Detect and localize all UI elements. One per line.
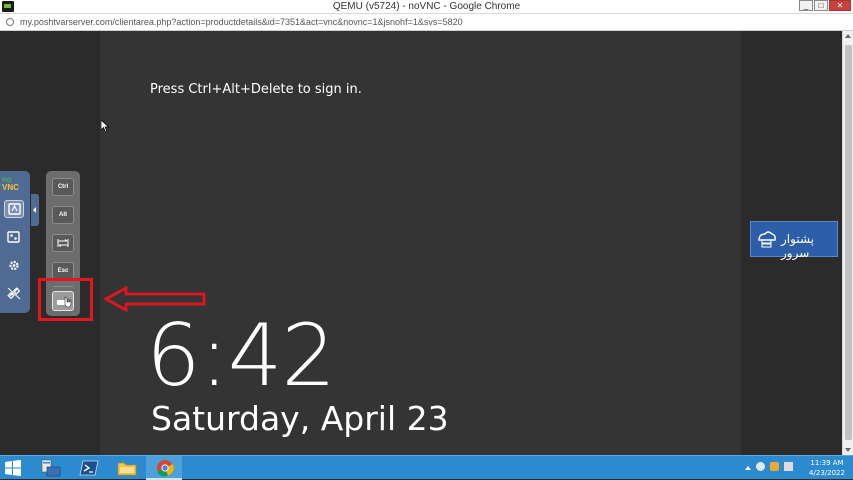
window-title: QEMU (v5724) - noVNC - Google Chrome	[332, 1, 521, 12]
remote-lock-screen[interactable]: Press Ctrl+Alt+Delete to sign in. 6:42 S…	[100, 31, 741, 455]
lock-screen-date: Saturday, April 23	[151, 399, 449, 438]
lock-screen-time: 6:42	[146, 306, 336, 406]
window-controls: _ □ ✕	[799, 0, 851, 11]
disconnect-button[interactable]	[4, 285, 24, 303]
taskbar-time: 11:39 AM	[810, 459, 844, 467]
clipboard-button[interactable]	[4, 229, 24, 247]
mouse-cursor-icon	[101, 120, 110, 133]
windows-taskbar: 11:39 AM 4/23/2022	[0, 455, 853, 480]
show-hidden-icons-icon[interactable]	[745, 465, 751, 470]
annotation-highlight-box	[38, 278, 93, 321]
sign-in-prompt: Press Ctrl+Alt+Delete to sign in.	[150, 82, 362, 97]
settings-button[interactable]	[4, 257, 24, 275]
scroll-thumb[interactable]	[845, 45, 852, 440]
taskbar-date: 4/23/2022	[809, 469, 845, 477]
poshtvar-watermark: پشتوار سرور	[750, 221, 838, 260]
scroll-up-icon[interactable]	[845, 34, 851, 38]
address-bar[interactable]: my.poshtvarserver.com/clientarea.php?act…	[0, 14, 853, 31]
start-button[interactable]	[5, 460, 21, 476]
cloud-server-icon	[758, 231, 776, 248]
site-info-icon[interactable]	[6, 18, 14, 26]
chrome-icon	[157, 460, 174, 477]
tab-key-button[interactable]	[52, 234, 74, 252]
maximize-button[interactable]: □	[814, 0, 828, 11]
powershell-icon	[79, 460, 99, 476]
view-only-button[interactable]	[4, 200, 24, 218]
network-icon[interactable]	[756, 462, 765, 471]
browser-title-bar: QEMU (v5724) - noVNC - Google Chrome _ □…	[0, 0, 853, 14]
clipboard-icon	[7, 231, 20, 243]
url-text[interactable]: my.poshtvarserver.com/clientarea.php?act…	[20, 16, 463, 28]
taskbar-server-manager[interactable]	[32, 456, 68, 480]
action-center-icon[interactable]	[770, 462, 779, 471]
annotation-arrow-icon	[104, 286, 206, 312]
scroll-down-icon[interactable]	[845, 448, 851, 452]
alt-key-button[interactable]: Alt	[52, 206, 74, 224]
system-tray	[745, 462, 793, 471]
taskbar-powershell[interactable]	[70, 456, 106, 480]
novnc-control-bar: no VNC	[0, 171, 30, 313]
close-button[interactable]: ✕	[829, 0, 851, 11]
tab-icon	[57, 239, 69, 247]
disconnect-icon	[7, 287, 21, 300]
folder-icon	[117, 462, 137, 476]
speaker-icon[interactable]	[784, 462, 793, 471]
vertical-scrollbar[interactable]	[842, 31, 853, 455]
display-icon	[8, 203, 21, 215]
minimize-button[interactable]: _	[799, 0, 813, 11]
watermark-text: پشتوار سرور	[781, 232, 814, 260]
taskbar-file-explorer[interactable]	[108, 456, 144, 480]
novnc-logo: no VNC	[2, 175, 19, 192]
taskbar-chrome[interactable]	[146, 456, 182, 480]
control-bar-handle[interactable]	[31, 194, 39, 226]
gear-icon	[9, 260, 19, 271]
taskbar-clock[interactable]: 11:39 AM 4/23/2022	[805, 458, 849, 478]
novnc-viewport[interactable]: Press Ctrl+Alt+Delete to sign in. 6:42 S…	[0, 31, 853, 455]
server-manager-icon	[41, 459, 61, 477]
ctrl-key-button[interactable]: Ctrl	[52, 178, 74, 196]
